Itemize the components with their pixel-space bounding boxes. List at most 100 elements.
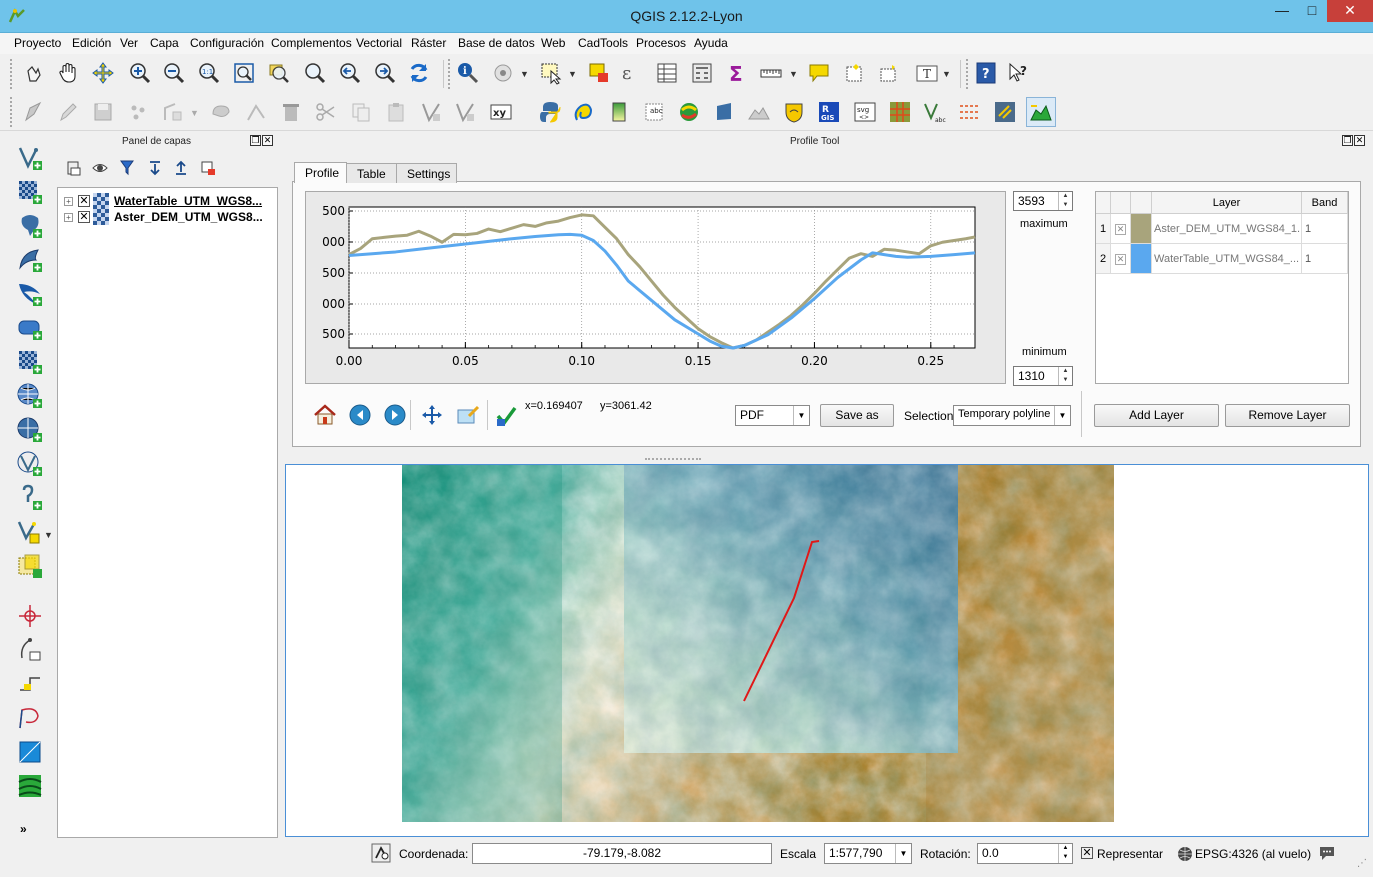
table-row-checkbox[interactable]: ✕ bbox=[1111, 244, 1131, 274]
zoom-next-icon[interactable] bbox=[372, 60, 398, 86]
move-feature-icon[interactable] bbox=[208, 99, 234, 125]
expand-toggle-icon[interactable]: + bbox=[64, 212, 73, 222]
layer-visibility-checkbox[interactable]: ✕ bbox=[78, 195, 90, 207]
attribute-table-icon[interactable] bbox=[654, 60, 680, 86]
raster-bar-icon[interactable] bbox=[606, 99, 632, 125]
add-oracle-layer-icon[interactable] bbox=[16, 314, 44, 342]
menu-proyecto[interactable]: Proyecto bbox=[14, 36, 61, 50]
minimize-button[interactable]: — bbox=[1265, 0, 1299, 22]
configure-subplots-icon[interactable] bbox=[456, 404, 480, 426]
cadtools-crosshair-icon[interactable] bbox=[16, 602, 44, 630]
splitter-handle[interactable] bbox=[645, 458, 701, 462]
digitize-vertex2-icon[interactable] bbox=[452, 99, 478, 125]
cadtools-spline-icon[interactable] bbox=[16, 704, 44, 732]
chevron-down-icon[interactable]: ▼ bbox=[793, 406, 809, 425]
zoom-to-selection-icon[interactable] bbox=[302, 60, 328, 86]
pan-to-selection-icon[interactable] bbox=[90, 60, 116, 86]
render-checkbox[interactable]: ✕ bbox=[1081, 847, 1093, 859]
node-tool-icon[interactable] bbox=[243, 99, 269, 125]
resize-grip-icon[interactable]: ⋰ bbox=[1357, 858, 1367, 869]
spin-arrows-icon[interactable]: ▲ ▼ bbox=[1058, 192, 1072, 210]
contour-plugin-icon[interactable] bbox=[570, 99, 596, 125]
chevron-down-icon[interactable]: ▼ bbox=[895, 844, 911, 863]
layer-row-watertable[interactable]: + ✕ WaterTable_UTM_WGS8... bbox=[64, 193, 262, 209]
menu-procesos[interactable]: Procesos bbox=[636, 36, 686, 50]
zoom-to-layer-icon[interactable] bbox=[266, 60, 292, 86]
add-mssql-layer-icon[interactable] bbox=[16, 280, 44, 308]
layer-visibility-checkbox[interactable]: ✕ bbox=[78, 211, 90, 223]
add-point-icon[interactable] bbox=[125, 99, 151, 125]
show-bookmarks-icon[interactable] bbox=[876, 60, 902, 86]
terrain-icon[interactable] bbox=[746, 99, 772, 125]
spin-arrows-icon[interactable]: ▲ ▼ bbox=[1058, 367, 1072, 385]
pan-plot-icon[interactable] bbox=[421, 404, 443, 426]
add-wfs-layer-icon[interactable] bbox=[16, 416, 44, 444]
menu-ver[interactable]: Ver bbox=[120, 36, 138, 50]
remove-layer-button[interactable]: Remove Layer bbox=[1225, 404, 1350, 427]
field-calculator-icon[interactable] bbox=[689, 60, 715, 86]
statistics-sigma-icon[interactable]: Σ bbox=[724, 60, 750, 86]
layer-name[interactable]: Aster_DEM_UTM_WGS8... bbox=[114, 210, 263, 224]
forward-arrow-icon[interactable] bbox=[384, 404, 406, 426]
measure-dropdown-icon[interactable]: ▼ bbox=[789, 69, 798, 79]
menu-raster[interactable]: Ráster bbox=[411, 36, 446, 50]
shape-tool-icon[interactable] bbox=[711, 99, 737, 125]
toggle-coordinate-mode-icon[interactable] bbox=[371, 843, 391, 863]
export-format-select[interactable]: PDF ▼ bbox=[735, 405, 810, 426]
label-grid-icon[interactable]: abc bbox=[641, 99, 667, 125]
maximize-button[interactable]: □ bbox=[1299, 0, 1325, 22]
back-arrow-icon[interactable] bbox=[349, 404, 371, 426]
chevron-down-icon[interactable]: ▼ bbox=[1054, 406, 1070, 425]
add-delimited-text-icon[interactable] bbox=[16, 450, 44, 478]
menu-vectorial[interactable]: Vectorial bbox=[356, 36, 402, 50]
rotation-spinbox[interactable]: 0.0 ▲ ▼ bbox=[977, 843, 1073, 864]
shield-plugin-icon[interactable] bbox=[781, 99, 807, 125]
close-panel-icon[interactable]: ✕ bbox=[262, 135, 273, 146]
identify-features-icon[interactable]: i bbox=[455, 60, 481, 86]
cut-features-icon[interactable] bbox=[313, 99, 339, 125]
spin-arrows-icon[interactable]: ▲ ▼ bbox=[1058, 844, 1072, 863]
float-panel-icon[interactable]: ❐ bbox=[1342, 135, 1353, 146]
maximum-spinbox[interactable]: 3593 ▲ ▼ bbox=[1013, 191, 1073, 211]
add-wms-layer-icon[interactable] bbox=[16, 348, 44, 376]
selection-mode-select[interactable]: Temporary polyline ▼ bbox=[953, 405, 1071, 426]
add-wcs-layer-icon[interactable] bbox=[16, 382, 44, 410]
processing-toolbox-icon[interactable] bbox=[676, 99, 702, 125]
menu-ayuda[interactable]: Ayuda bbox=[694, 36, 728, 50]
profile-chart[interactable]: 500 000 500 000 500 0.00 0.05 0.10 0.15 0.20 0.25 bbox=[305, 191, 1006, 384]
zoom-in-icon[interactable] bbox=[127, 60, 153, 86]
help-contents-icon[interactable]: ? bbox=[973, 60, 999, 86]
add-group-icon[interactable] bbox=[66, 160, 82, 176]
toolbar-grip[interactable] bbox=[966, 59, 970, 89]
table-row-color-swatch[interactable] bbox=[1131, 214, 1152, 244]
menu-base-de-datos[interactable]: Base de datos bbox=[458, 36, 535, 50]
crs-globe-icon[interactable] bbox=[1177, 846, 1193, 862]
map-tips-icon[interactable] bbox=[806, 60, 832, 86]
zoom-full-icon[interactable] bbox=[231, 60, 257, 86]
menu-web[interactable]: Web bbox=[541, 36, 565, 50]
menu-cadtools[interactable]: CadTools bbox=[578, 36, 628, 50]
add-spatialite-layer-icon[interactable] bbox=[16, 246, 44, 274]
manage-visibility-icon[interactable] bbox=[92, 160, 110, 176]
measure-ruler-icon[interactable] bbox=[758, 60, 784, 86]
copy-features-icon[interactable] bbox=[348, 99, 374, 125]
toolbar-grip[interactable] bbox=[10, 97, 14, 127]
close-panel-icon[interactable]: ✕ bbox=[1354, 135, 1365, 146]
expand-all-icon[interactable] bbox=[148, 160, 162, 176]
current-edits-icon[interactable] bbox=[21, 99, 47, 125]
save-figure-check-icon[interactable] bbox=[495, 405, 517, 427]
profile-tool-icon[interactable] bbox=[1026, 97, 1056, 127]
pan-hand-icon[interactable] bbox=[56, 60, 82, 86]
scale-select[interactable]: 1:577,790 ▼ bbox=[824, 843, 912, 864]
layer-row-aster-dem[interactable]: + ✕ Aster_DEM_UTM_WGS8... bbox=[64, 209, 263, 225]
toolbar-grip[interactable] bbox=[448, 59, 452, 89]
messages-icon[interactable] bbox=[1318, 844, 1336, 862]
cadtools-orthogonal-icon[interactable] bbox=[16, 670, 44, 698]
tab-settings[interactable]: Settings bbox=[396, 163, 457, 183]
menu-configuracion[interactable]: Configuración bbox=[190, 36, 264, 50]
tab-table[interactable]: Table bbox=[346, 163, 397, 183]
close-button[interactable]: ✕ bbox=[1327, 0, 1373, 22]
new-layer-dropdown-icon[interactable]: ▼ bbox=[44, 530, 53, 540]
zoom-out-icon[interactable] bbox=[161, 60, 187, 86]
svg-export-icon[interactable]: svg <> bbox=[852, 99, 878, 125]
